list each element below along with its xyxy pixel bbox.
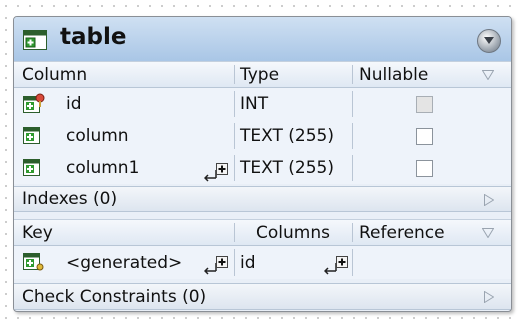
key-columns[interactable]: id <box>240 253 256 273</box>
table-title-bar[interactable]: table <box>14 17 511 62</box>
key-row[interactable]: <generated> id <box>14 246 511 279</box>
primary-key-column-icon <box>23 93 45 120</box>
chevron-down-icon <box>484 37 494 44</box>
database-table-node[interactable]: table Column Type Nullable id INT column… <box>13 16 512 312</box>
add-key-column-icon[interactable] <box>323 255 352 280</box>
expand-triangle-icon[interactable] <box>484 291 494 303</box>
column-icon <box>23 159 41 182</box>
column-row[interactable]: column TEXT (255) <box>14 120 511 152</box>
table-icon <box>23 30 47 54</box>
nullable-checkbox <box>416 96 433 113</box>
column-row[interactable]: column1 TEXT (255) <box>14 152 511 184</box>
columns-header-row: Column Type Nullable <box>14 61 511 88</box>
keys-header-row: Key Columns Reference <box>14 219 511 246</box>
indexes-section[interactable]: Indexes (0) <box>14 186 511 212</box>
key-header-key[interactable]: Key <box>22 223 53 243</box>
column-type[interactable]: TEXT (255) <box>240 126 334 146</box>
column-type[interactable]: INT <box>240 94 268 114</box>
column-header-nullable[interactable]: Nullable <box>359 65 428 85</box>
check-constraints-section[interactable]: Check Constraints (0) <box>14 283 511 310</box>
column-name[interactable]: column <box>66 126 129 146</box>
check-constraints-section-label: Check Constraints (0) <box>22 286 207 307</box>
nullable-checkbox[interactable] <box>416 160 433 177</box>
column-name[interactable]: id <box>66 94 82 114</box>
add-key-column-icon[interactable] <box>203 255 232 280</box>
key-header-columns[interactable]: Columns <box>256 223 330 243</box>
column-header-type[interactable]: Type <box>240 65 279 85</box>
indexes-section-label: Indexes (0) <box>22 189 118 209</box>
expand-triangle-icon[interactable] <box>484 194 494 206</box>
column-row[interactable]: id INT <box>14 88 511 120</box>
sort-triangle-icon[interactable] <box>482 228 494 238</box>
collapse-button[interactable] <box>477 29 501 53</box>
key-header-reference[interactable]: Reference <box>359 223 445 243</box>
column-icon <box>23 127 41 150</box>
add-reference-icon[interactable] <box>203 162 232 187</box>
nullable-checkbox[interactable] <box>416 128 433 145</box>
column-header-column[interactable]: Column <box>22 65 87 85</box>
column-name[interactable]: column1 <box>66 158 139 178</box>
table-name[interactable]: table <box>60 24 126 50</box>
key-icon <box>23 253 45 278</box>
key-name[interactable]: <generated> <box>66 253 182 273</box>
column-type[interactable]: TEXT (255) <box>240 158 334 178</box>
sort-triangle-icon[interactable] <box>482 70 494 80</box>
